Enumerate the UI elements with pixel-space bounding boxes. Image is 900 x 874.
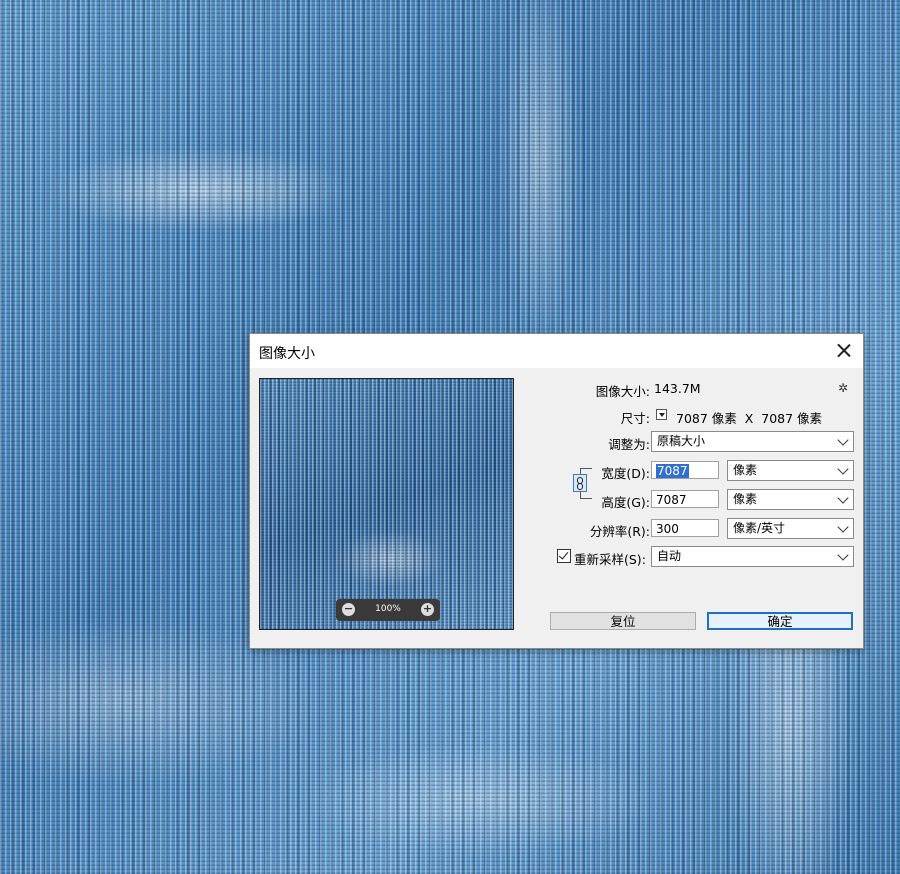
- resolution-label: 分辨率(R):: [589, 524, 650, 539]
- height-unit-value: 像素: [733, 492, 758, 506]
- close-icon[interactable]: [831, 338, 857, 364]
- chevron-down-icon: [837, 549, 849, 561]
- chevron-down-icon: [837, 492, 849, 504]
- reset-button[interactable]: 复位: [550, 612, 696, 630]
- fit-to-label: 调整为:: [608, 437, 650, 452]
- resample-checkbox[interactable]: [557, 549, 571, 563]
- fit-to-value: 原稿大小: [657, 434, 706, 448]
- preview-pane[interactable]: − 100% +: [259, 378, 514, 630]
- height-input[interactable]: 7087: [651, 490, 719, 508]
- height-label: 高度(G):: [601, 495, 650, 510]
- image-size-dialog: 图像大小 − 100% + 图像大小: 143.7M ✲ 尺寸: 7087 像素…: [249, 333, 864, 649]
- gear-icon[interactable]: ✲: [838, 381, 848, 395]
- width-unit-select[interactable]: 像素: [727, 460, 854, 481]
- resample-value: 自动: [657, 549, 682, 563]
- image-size-value: 143.7M: [654, 381, 701, 396]
- chevron-down-icon: [837, 463, 849, 475]
- width-input[interactable]: 7087: [651, 461, 719, 479]
- resolution-value: 300: [656, 522, 679, 536]
- width-label: 宽度(D):: [601, 466, 650, 481]
- width-value: 7087: [656, 464, 689, 478]
- dimensions-label: 尺寸:: [620, 411, 650, 426]
- fit-to-select[interactable]: 原稿大小: [651, 431, 854, 452]
- image-size-label: 图像大小:: [595, 384, 650, 399]
- zoom-control: − 100% +: [336, 599, 440, 621]
- height-value: 7087: [656, 493, 687, 507]
- resolution-unit-select[interactable]: 像素/英寸: [727, 518, 854, 539]
- resolution-input[interactable]: 300: [651, 519, 719, 537]
- chevron-down-icon: [837, 521, 849, 533]
- dialog-title: 图像大小: [259, 346, 315, 362]
- ok-button[interactable]: 确定: [707, 612, 853, 630]
- zoom-in-icon[interactable]: +: [421, 603, 434, 616]
- resolution-unit-value: 像素/英寸: [733, 521, 786, 535]
- chevron-down-icon: [837, 434, 849, 446]
- width-unit-value: 像素: [733, 463, 758, 477]
- resample-select[interactable]: 自动: [651, 546, 854, 567]
- dimensions-value: 7087 像素 X 7087 像素: [676, 411, 823, 426]
- height-unit-select[interactable]: 像素: [727, 489, 854, 510]
- dimensions-unit-dropdown[interactable]: [656, 409, 667, 420]
- title-bar: 图像大小: [250, 334, 863, 368]
- resample-label: 重新采样(S):: [574, 552, 646, 567]
